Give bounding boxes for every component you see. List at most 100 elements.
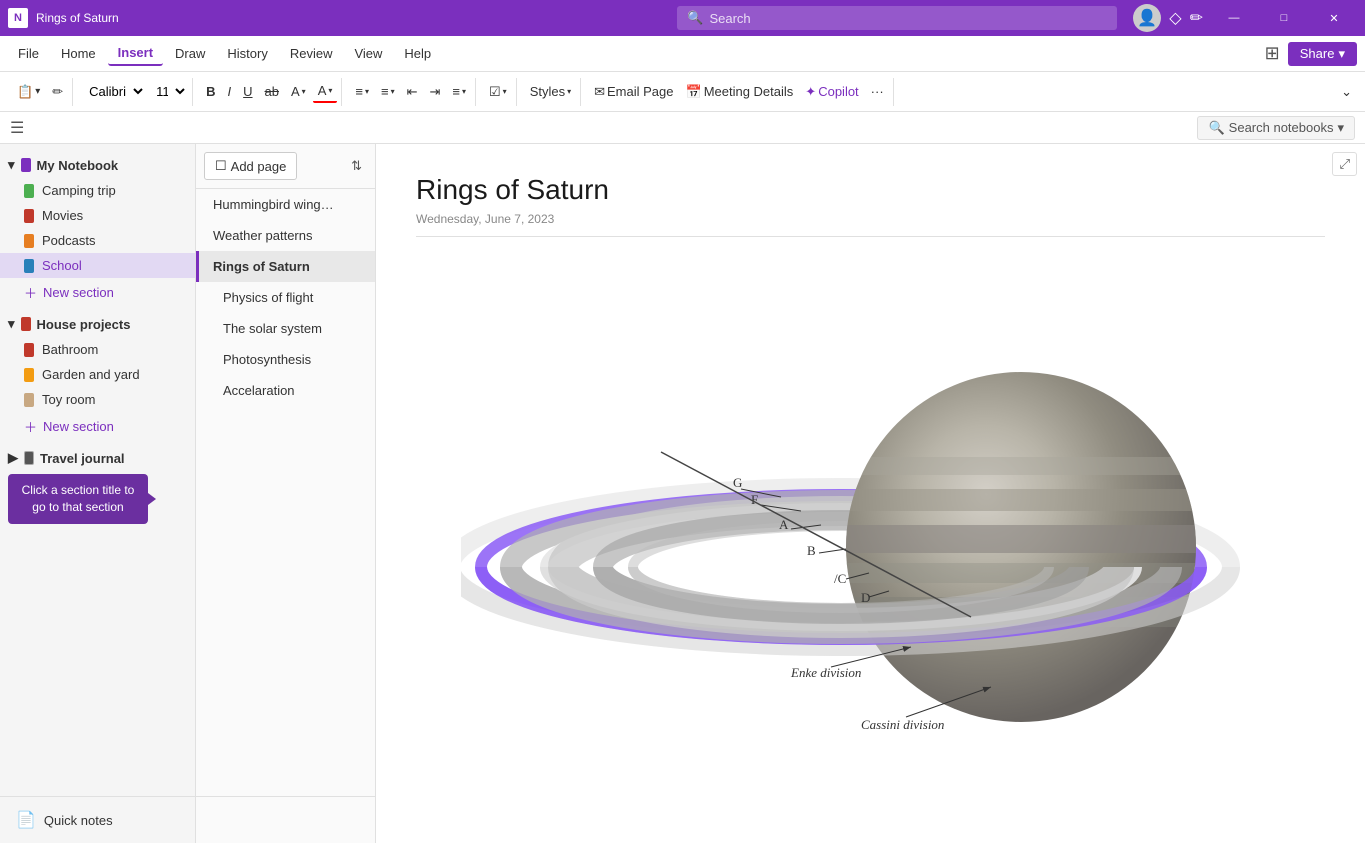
- list-group: ≡▾ ≡▾ ⇤ ⇥ ≡▾: [346, 78, 476, 106]
- styles-group: Styles ▾: [521, 78, 581, 106]
- band-3: [846, 525, 1196, 553]
- maximize-btn[interactable]: □: [1261, 0, 1307, 36]
- page-title[interactable]: Rings of Saturn: [416, 174, 1325, 206]
- app-title: Rings of Saturn: [36, 11, 669, 25]
- label-line-b: [819, 549, 846, 553]
- notebook-travel-journal-header[interactable]: ▶ Travel journal: [0, 445, 195, 471]
- new-section-house[interactable]: ＋ New section: [0, 412, 195, 441]
- share-button[interactable]: Share ▾: [1288, 42, 1357, 66]
- menu-draw[interactable]: Draw: [165, 42, 215, 65]
- page-date: Wednesday, June 7, 2023: [416, 212, 1325, 237]
- layout-toggle-icon[interactable]: ⊞: [1265, 43, 1280, 64]
- page-rings-of-saturn[interactable]: Rings of Saturn: [196, 251, 375, 282]
- user-avatar[interactable]: 👤: [1133, 4, 1161, 32]
- underline-btn[interactable]: U: [238, 81, 257, 102]
- page-acceleration[interactable]: Accelaration: [196, 375, 375, 406]
- quick-notes-btn[interactable]: 📄 Quick notes: [8, 805, 196, 835]
- search-notebooks-chevron: ▾: [1337, 120, 1344, 136]
- section-school-color: [24, 259, 34, 273]
- menu-review[interactable]: Review: [280, 42, 343, 65]
- notebook-house-projects-header[interactable]: ▾ House projects: [0, 311, 195, 337]
- section-school[interactable]: School: [0, 253, 195, 278]
- close-btn[interactable]: ✕: [1311, 0, 1357, 36]
- highlight-btn[interactable]: A▾: [286, 81, 311, 102]
- numbering-btn[interactable]: ≡▾: [376, 81, 400, 102]
- add-page-plus-icon: ☐: [215, 158, 227, 174]
- notebook-my-notebook-header[interactable]: ▾ My Notebook: [0, 152, 195, 178]
- page-hummingbird[interactable]: Hummingbird wing…: [196, 189, 375, 220]
- window-controls: — □ ✕: [1211, 0, 1357, 36]
- minimize-btn[interactable]: —: [1211, 0, 1257, 36]
- tooltip-text: Click a section title to go to that sect…: [22, 483, 135, 514]
- page-physics-of-flight[interactable]: Physics of flight: [196, 282, 375, 313]
- page-solar-system[interactable]: The solar system: [196, 313, 375, 344]
- notebook-my-notebook-color: [21, 158, 31, 172]
- pen-icon[interactable]: ✏: [1190, 8, 1203, 28]
- menu-history[interactable]: History: [217, 42, 277, 65]
- chevron-down-icon-2: ▾: [8, 316, 15, 332]
- section-toy-room-color: [24, 393, 34, 407]
- label-d: D: [861, 590, 870, 605]
- strikethrough-btn[interactable]: ab: [260, 81, 284, 102]
- section-garden[interactable]: Garden and yard: [0, 362, 195, 387]
- meeting-details-btn[interactable]: 📅 Meeting Details: [681, 81, 799, 103]
- bold-btn[interactable]: B: [201, 81, 220, 102]
- quick-notes-icon: 📄: [16, 810, 36, 830]
- section-podcasts[interactable]: Podcasts: [0, 228, 195, 253]
- menu-insert[interactable]: Insert: [108, 41, 163, 66]
- section-toy-room[interactable]: Toy room: [0, 387, 195, 412]
- styles-btn[interactable]: Styles ▾: [525, 81, 576, 102]
- pages-list: Hummingbird wing… Weather patterns Rings…: [196, 189, 375, 406]
- add-page-label: Add page: [231, 159, 287, 174]
- collapse-toolbar-btn[interactable]: ⌄: [1336, 81, 1357, 103]
- collapse-bar: ☰ 🔍 Search notebooks ▾: [0, 112, 1365, 144]
- section-bathroom-label: Bathroom: [42, 342, 98, 357]
- expand-btn[interactable]: ⤢: [1332, 152, 1357, 176]
- section-bathroom[interactable]: Bathroom: [0, 337, 195, 362]
- search-notebooks-btn[interactable]: 🔍 Search notebooks ▾: [1197, 116, 1355, 140]
- title-search-bar[interactable]: 🔍: [677, 6, 1117, 30]
- indent-inc-btn[interactable]: ⇥: [425, 81, 446, 103]
- copilot-btn[interactable]: ✦ Copilot: [800, 81, 863, 103]
- page-weather[interactable]: Weather patterns: [196, 220, 375, 251]
- italic-btn[interactable]: I: [223, 81, 237, 102]
- sort-btn[interactable]: ⇅: [346, 153, 367, 179]
- indent-dec-btn[interactable]: ⇤: [402, 81, 423, 103]
- section-garden-label: Garden and yard: [42, 367, 140, 382]
- tooltip-arrow: [148, 493, 156, 505]
- align-btn[interactable]: ≡▾: [447, 81, 471, 102]
- new-section-my-notebook[interactable]: ＋ New section: [0, 278, 195, 307]
- font-size-select[interactable]: 11: [148, 81, 188, 102]
- section-movies[interactable]: Movies: [0, 203, 195, 228]
- font-group: Calibri 11: [77, 78, 193, 106]
- checklist-btn[interactable]: ☑▾: [484, 81, 512, 103]
- add-page-btn[interactable]: ☐ Add page: [204, 152, 297, 180]
- plus-icon: ＋: [24, 283, 37, 302]
- page-photosynthesis[interactable]: Photosynthesis: [196, 344, 375, 375]
- clipboard-btn[interactable]: 📋▾: [12, 81, 45, 103]
- bullets-btn[interactable]: ≡▾: [350, 81, 374, 102]
- title-search-input[interactable]: [709, 11, 1107, 26]
- menu-file[interactable]: File: [8, 42, 49, 65]
- font-select[interactable]: Calibri: [81, 81, 146, 102]
- hamburger-icon[interactable]: ☰: [10, 118, 24, 138]
- toolbar: 📋▾ ✏ Calibri 11 B I U ab A▾ A▾ ≡▾ ≡▾ ⇤ ⇥…: [0, 72, 1365, 112]
- format-brush-btn[interactable]: ✏: [47, 81, 68, 103]
- font-color-btn[interactable]: A▾: [313, 80, 338, 103]
- formatting-group: B I U ab A▾ A▾: [197, 78, 342, 106]
- section-toy-room-label: Toy room: [42, 392, 95, 407]
- menu-home[interactable]: Home: [51, 42, 106, 65]
- menu-bar: File Home Insert Draw History Review Vie…: [0, 36, 1365, 72]
- band-1: [846, 457, 1196, 475]
- diamond-icon[interactable]: ◇: [1169, 8, 1181, 28]
- menu-help[interactable]: Help: [394, 42, 441, 65]
- email-page-btn[interactable]: ✉ Email Page: [589, 81, 678, 103]
- notebook-travel-journal-color: [24, 451, 34, 465]
- label-g: G: [733, 475, 742, 490]
- section-camping-trip[interactable]: Camping trip: [0, 178, 195, 203]
- more-btn[interactable]: ···: [866, 81, 889, 102]
- new-section-house-label: New section: [43, 419, 114, 434]
- section-movies-label: Movies: [42, 208, 83, 223]
- pages-panel: ☐ Add page ⇅ Hummingbird wing… Weather p…: [196, 144, 376, 843]
- menu-view[interactable]: View: [344, 42, 392, 65]
